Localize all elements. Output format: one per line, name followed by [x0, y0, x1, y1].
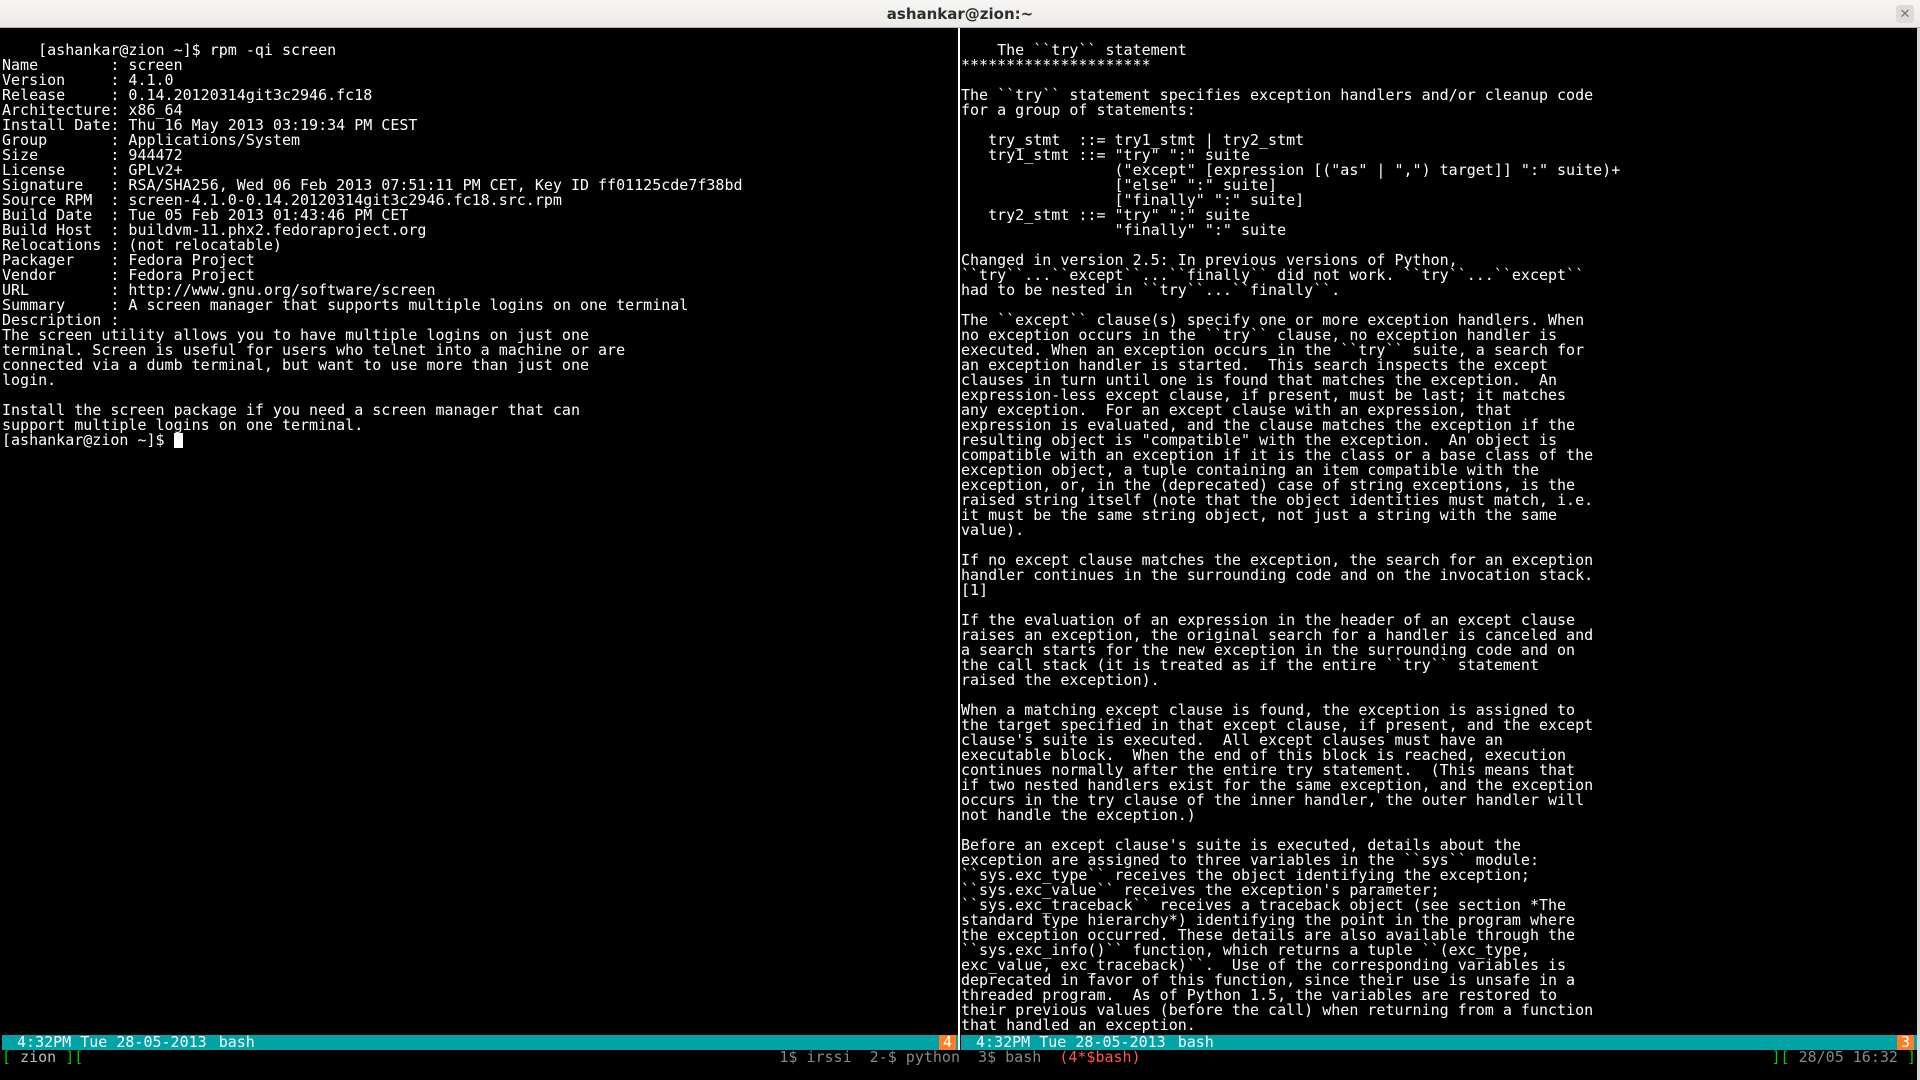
left-pane[interactable]: [ashankar@zion ~]$ rpm -qi screen Name :… — [2, 28, 959, 1050]
window-title: ashankar@zion:~ — [887, 5, 1033, 23]
hardstatus-clock: ][ 28/05 16:32 ] — [1772, 1050, 1917, 1065]
left-caption-label: bash — [207, 1035, 255, 1050]
cursor — [174, 433, 183, 448]
hardstatus-host: [ zion ][ — [2, 1050, 83, 1065]
window-titlebar: ashankar@zion:~ ✕ — [0, 0, 1920, 28]
right-pane[interactable]: The ``try`` statement ******************… — [961, 28, 1918, 1050]
right-pane-text: The ``try`` statement ******************… — [961, 41, 1620, 1049]
right-caption-label: bash — [1166, 1035, 1214, 1050]
bottom-bar: [ zion ][ 1$ irssi 2-$ python 3$ bash (4… — [0, 1050, 1920, 1080]
hardstatus-windows: 1$ irssi 2-$ python 3$ bash (4*$bash) — [779, 1050, 1140, 1065]
hardstatus-line: [ zion ][ 1$ irssi 2-$ python 3$ bash (4… — [0, 1050, 1920, 1065]
vertical-split-divider — [958, 28, 960, 1050]
close-button[interactable]: ✕ — [1896, 5, 1914, 23]
left-pane-text: [ashankar@zion ~]$ rpm -qi screen Name :… — [2, 41, 743, 449]
terminal-area[interactable]: [ashankar@zion ~]$ rpm -qi screen Name :… — [0, 28, 1920, 1050]
close-icon: ✕ — [1900, 6, 1911, 22]
